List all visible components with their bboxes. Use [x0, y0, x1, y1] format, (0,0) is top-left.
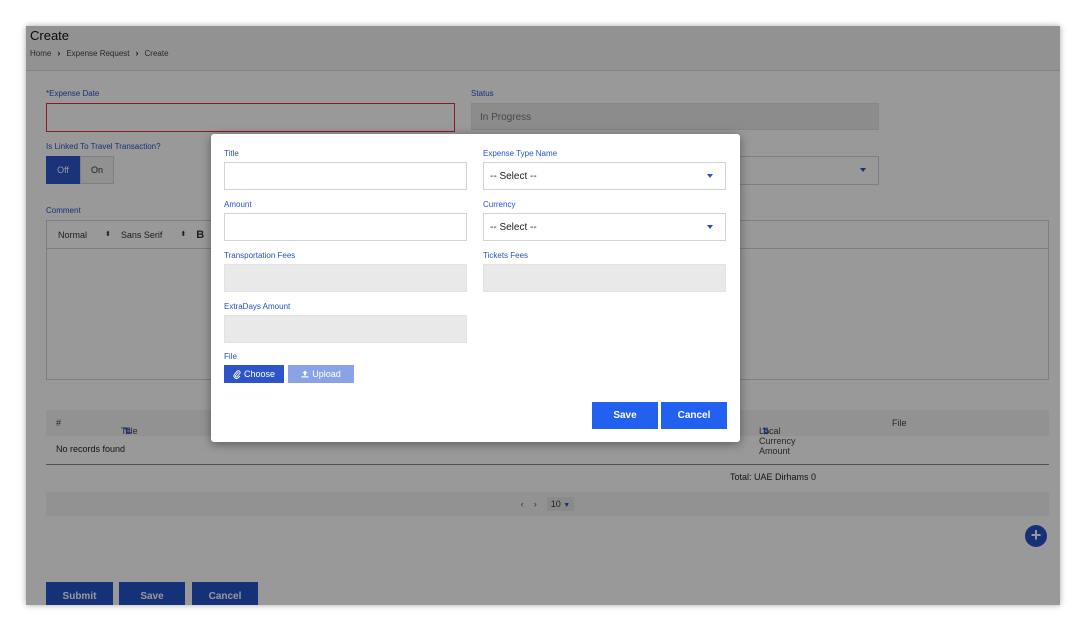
- tickets-fees-label: Tickets Fees: [483, 251, 529, 260]
- expense-type-value: -- Select --: [490, 171, 537, 182]
- amount-input[interactable]: [224, 213, 467, 241]
- upload-button[interactable]: Upload: [288, 365, 354, 383]
- currency-value: -- Select --: [490, 222, 537, 233]
- tickets-fees-field: [483, 264, 726, 292]
- expense-type-label: Expense Type Name: [483, 149, 558, 158]
- upload-icon: [301, 370, 309, 378]
- caret-down-icon: [707, 174, 713, 178]
- transportation-fees-label: Transportation Fees: [224, 251, 296, 260]
- expense-item-dialog: Title Expense Type Name -- Select -- Amo…: [211, 134, 740, 442]
- extradays-amount-label: ExtraDays Amount: [224, 302, 291, 311]
- app-window: Create Home › Expense Request › Create *…: [26, 26, 1060, 605]
- choose-file-button[interactable]: Choose: [224, 365, 284, 383]
- title-input[interactable]: [224, 162, 467, 190]
- transportation-fees-field: [224, 264, 467, 292]
- file-label: File: [224, 352, 237, 361]
- caret-down-icon: [707, 225, 713, 229]
- upload-label: Upload: [312, 369, 341, 379]
- paperclip-icon: [233, 369, 241, 379]
- title-label: Title: [224, 149, 239, 158]
- dialog-cancel-button[interactable]: Cancel: [661, 402, 727, 429]
- currency-label: Currency: [483, 200, 516, 209]
- expense-type-select[interactable]: -- Select --: [483, 162, 726, 190]
- dialog-save-button[interactable]: Save: [592, 402, 658, 429]
- currency-select[interactable]: -- Select --: [483, 213, 726, 241]
- amount-label: Amount: [224, 200, 252, 209]
- extradays-amount-field: [224, 315, 467, 343]
- choose-label: Choose: [243, 369, 276, 379]
